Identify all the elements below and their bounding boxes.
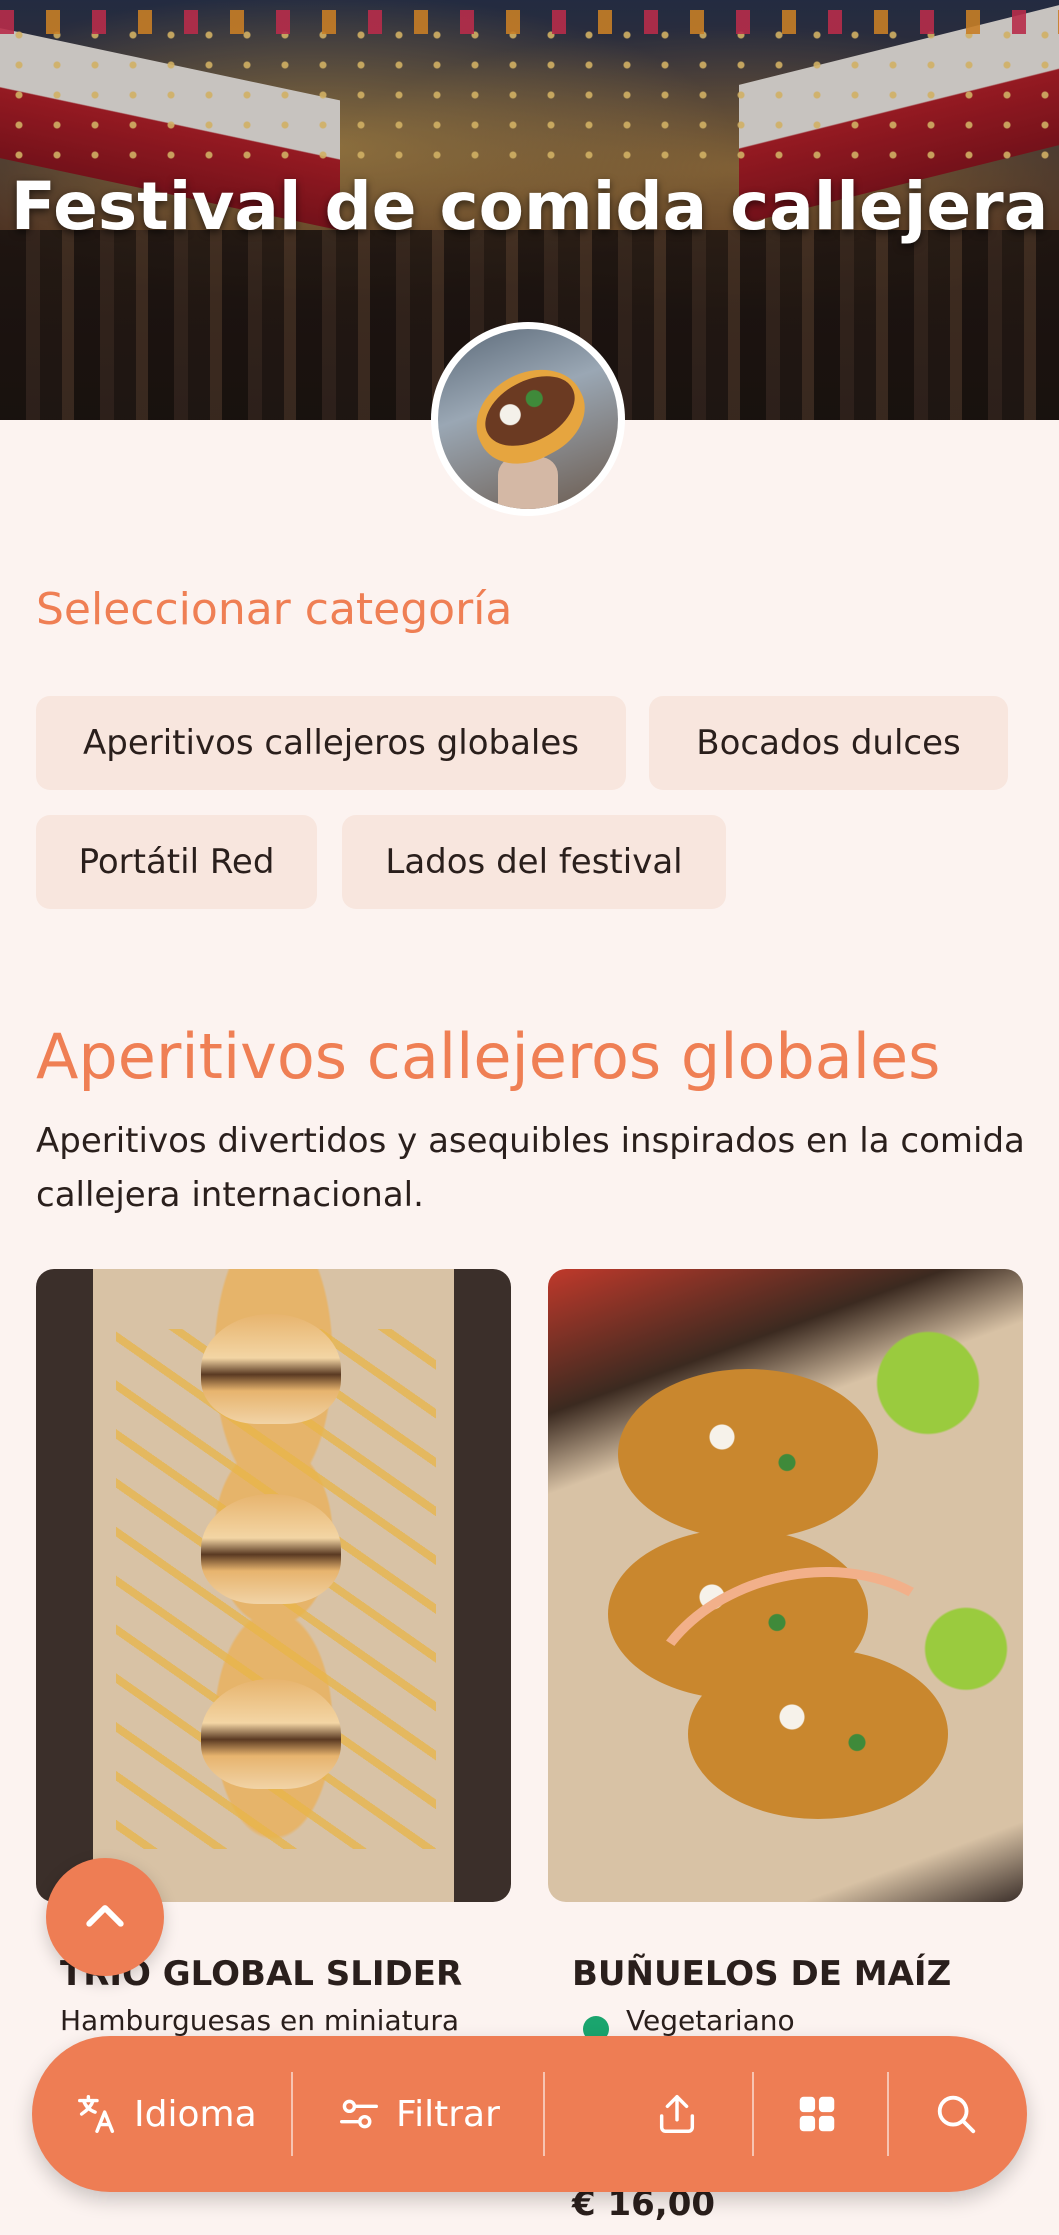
divider [887,2072,889,2156]
grid-view-button[interactable] [794,2036,840,2192]
restaurant-logo [431,322,625,516]
language-button[interactable]: Idioma [74,2036,257,2192]
page-title: Festival de comida callejera [10,168,1049,245]
search-button[interactable] [933,2036,979,2192]
scroll-to-top-button[interactable] [46,1858,164,1976]
filter-button[interactable]: Filtrar [336,2036,500,2192]
share-icon [659,2095,695,2133]
category-chip-bocados[interactable]: Bocados dulces [649,696,1008,790]
sliders-icon [340,2099,378,2129]
product-image-bunuelos[interactable] [548,1269,1023,1902]
divider [543,2072,545,2156]
diet-tag: Vegetariano [626,2004,795,2037]
divider [291,2072,293,2156]
category-chip-aperitivos[interactable]: Aperitivos callejeros globales [36,696,626,790]
divider [752,2072,754,2156]
section-description: Aperitivos divertidos y asequibles inspi… [36,1121,1025,1215]
grid-icon [799,2096,835,2132]
product-image-slider[interactable] [36,1269,511,1902]
filter-label: Filtrar [396,2093,500,2135]
section-title: Aperitivos callejeros globales [36,1020,941,1093]
product-subtitle: Hamburguesas en miniatura [60,2004,460,2037]
share-button[interactable] [654,2036,700,2192]
bottom-action-bar: Idioma Filtrar [32,2036,1027,2192]
product-name[interactable]: BUÑUELOS DE MAÍZ [572,1954,951,1994]
chevron-up-icon [86,1905,124,1927]
translate-icon [78,2095,115,2133]
category-chip-portatil[interactable]: Portátil Red [36,815,317,909]
search-icon [937,2095,976,2134]
category-chip-lados[interactable]: Lados del festival [342,815,726,909]
language-label: Idioma [134,2093,257,2135]
category-heading: Seleccionar categoría [36,584,513,635]
